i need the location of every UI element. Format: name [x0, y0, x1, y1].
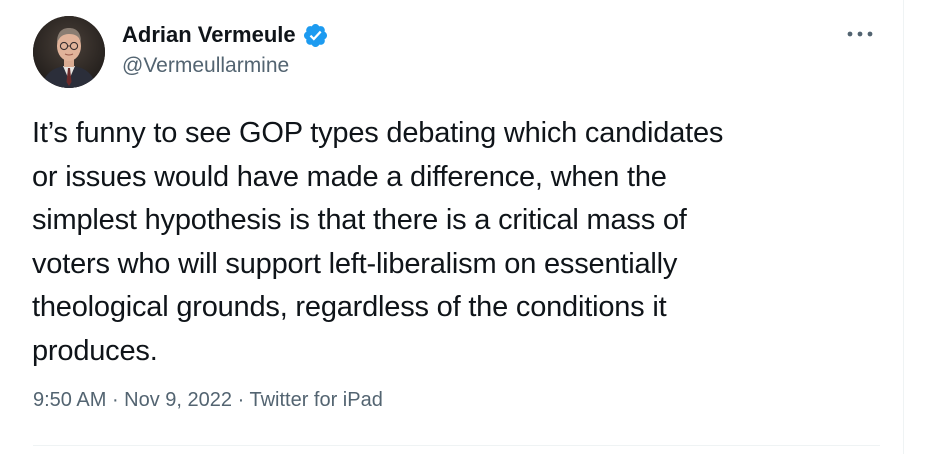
more-options-button[interactable]	[841, 20, 879, 48]
avatar[interactable]	[33, 16, 105, 88]
meta-separator: ·	[232, 389, 250, 411]
tweet-meta: 9:50 AM · Nov 9, 2022 · Twitter for iPad	[33, 389, 383, 412]
tweet-card: Adrian Vermeule @Vermeullarmine It’s fun…	[0, 0, 904, 454]
tweet-text: It’s funny to see GOP types debating whi…	[32, 117, 724, 367]
tweet-source-link[interactable]: Twitter for iPad	[249, 389, 382, 411]
tweet-date-link[interactable]: Nov 9, 2022	[124, 389, 232, 411]
profile-photo-icon	[33, 16, 105, 88]
author-display-name[interactable]: Adrian Vermeule	[122, 22, 296, 48]
tweet-time-link[interactable]: 9:50 AM	[33, 389, 106, 411]
author-name-row[interactable]: Adrian Vermeule	[122, 20, 329, 50]
verified-badge-icon	[302, 22, 329, 49]
ellipsis-icon	[847, 31, 873, 37]
divider	[33, 445, 880, 446]
author-handle[interactable]: @Vermeullarmine	[122, 54, 289, 78]
meta-separator: ·	[106, 389, 125, 411]
